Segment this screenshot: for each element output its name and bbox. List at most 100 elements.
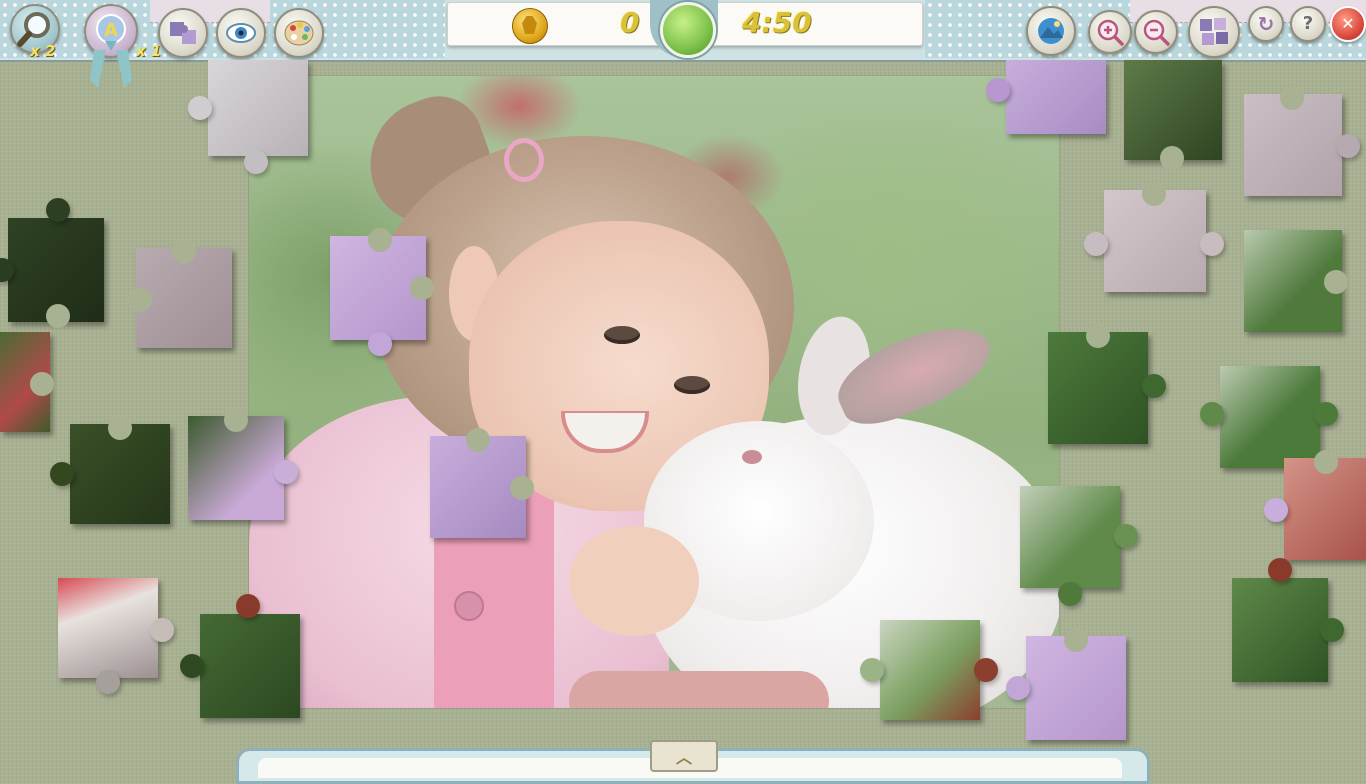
piece-slot: [1160, 146, 1184, 170]
piece-slot: [1280, 86, 1304, 110]
piece-tab: [188, 96, 212, 120]
puzzle-piece[interactable]: [188, 60, 308, 174]
puzzle-piece[interactable]: [1048, 324, 1166, 444]
preview-button[interactable]: [216, 8, 266, 58]
piece-tab: [1264, 498, 1288, 522]
puzzle-piece[interactable]: [0, 198, 104, 328]
background-color-button[interactable]: [274, 8, 324, 58]
zoom-in-icon: [1097, 19, 1124, 46]
puzzle-piece[interactable]: [180, 594, 300, 718]
puzzle-piece[interactable]: [1200, 366, 1338, 468]
palette-icon: [284, 20, 314, 46]
puzzle-piece[interactable]: [128, 240, 232, 348]
coin-icon: [512, 8, 548, 44]
help-icon: ?: [1302, 13, 1314, 34]
restart-button[interactable]: ↻: [1248, 6, 1284, 42]
puzzle-board[interactable]: [249, 76, 1059, 708]
piece-slot: [172, 240, 196, 264]
piece-slot: [128, 288, 152, 312]
piece-slot: [1142, 182, 1166, 206]
hint-count: x 2: [30, 42, 56, 60]
puzzle-piece[interactable]: [430, 428, 534, 538]
piece-tab: [1142, 374, 1166, 398]
puzzle-piece[interactable]: [58, 578, 174, 694]
piece-slot: [30, 372, 54, 396]
puzzle-piece[interactable]: [330, 228, 434, 356]
restart-icon: ↻: [1257, 12, 1275, 36]
puzzle-piece[interactable]: [1020, 486, 1138, 606]
photo-girl-hand: [569, 526, 699, 636]
piece-slot: [368, 228, 392, 252]
piece-slot: [108, 416, 132, 440]
piece-tab: [974, 658, 998, 682]
photo-overall-button: [454, 591, 484, 621]
piece-slot: [466, 428, 490, 452]
piece-tab: [368, 332, 392, 356]
puzzle-piece[interactable]: [188, 408, 298, 520]
piece-tab: [150, 618, 174, 642]
piece-tab: [1114, 524, 1138, 548]
piece-tab: [1200, 402, 1224, 426]
shuffle-button[interactable]: [1188, 6, 1240, 58]
edge-pieces-icon: [170, 22, 196, 44]
piece-tab: [236, 594, 260, 618]
piece-slot: [46, 304, 70, 328]
puzzle-piece[interactable]: [986, 60, 1106, 134]
chevron-up-icon: ︿: [675, 748, 692, 767]
piece-tab: [1200, 232, 1224, 256]
piece-tab: [274, 460, 298, 484]
photo-bunny-eye: [742, 450, 762, 464]
tray-toggle-button[interactable]: ︿: [650, 740, 718, 772]
piece-slot: [1086, 324, 1110, 348]
top-toolbar: x 2 A x 1 0 4:50 ↻ ? ✕: [0, 0, 1366, 88]
piece-tab: [1006, 676, 1030, 700]
puzzle-piece[interactable]: [1232, 558, 1344, 682]
picture-button[interactable]: [1026, 6, 1076, 56]
piece-tab: [0, 258, 14, 282]
puzzle-piece[interactable]: [1244, 230, 1348, 332]
piece-tab: [50, 462, 74, 486]
ribbon-tail-icon: [90, 50, 132, 88]
shuffle-pieces-icon: [1200, 18, 1228, 45]
piece-tab: [860, 658, 884, 682]
piece-tab: [1320, 618, 1344, 642]
piece-slot: [1324, 270, 1348, 294]
piece-tab: [1336, 134, 1360, 158]
piece-tab: [180, 654, 204, 678]
close-icon: ✕: [1341, 14, 1355, 33]
piece-tab: [1314, 402, 1338, 426]
svg-text:A: A: [104, 20, 118, 41]
photo-hair-band: [504, 138, 544, 182]
puzzle-piece[interactable]: [1264, 450, 1366, 560]
progress-orb: [660, 2, 716, 58]
edge-pieces-button[interactable]: [158, 8, 208, 58]
piece-tab: [96, 670, 120, 694]
puzzle-piece[interactable]: [50, 416, 170, 524]
piece-tab: [1058, 582, 1082, 606]
timer-value: 4:50: [742, 6, 812, 39]
zoom-out-button[interactable]: [1134, 10, 1178, 54]
score-value: 0: [620, 6, 640, 39]
puzzle-piece[interactable]: [1124, 60, 1222, 170]
zoom-in-button[interactable]: [1088, 10, 1132, 54]
close-button[interactable]: ✕: [1330, 6, 1366, 42]
piece-tab: [986, 78, 1010, 102]
puzzle-piece[interactable]: [0, 332, 54, 432]
auto-place-icon: A: [96, 14, 126, 51]
picture-icon: [1038, 18, 1064, 44]
piece-tab: [1084, 232, 1108, 256]
puzzle-piece[interactable]: [1084, 182, 1224, 292]
piece-slot: [1314, 450, 1338, 474]
photo-sleeve: [569, 671, 829, 708]
piece-slot: [410, 276, 434, 300]
photo-girl-eye: [604, 326, 640, 344]
photo-girl-eye: [674, 376, 710, 394]
puzzle-piece[interactable]: [860, 620, 998, 720]
piece-tab: [1268, 558, 1292, 582]
puzzle-piece[interactable]: [1244, 86, 1360, 196]
ghost-count: x 1: [136, 42, 162, 60]
puzzle-piece[interactable]: [1006, 628, 1126, 740]
piece-tab: [244, 150, 268, 174]
help-button[interactable]: ?: [1290, 6, 1326, 42]
piece-tab: [46, 198, 70, 222]
